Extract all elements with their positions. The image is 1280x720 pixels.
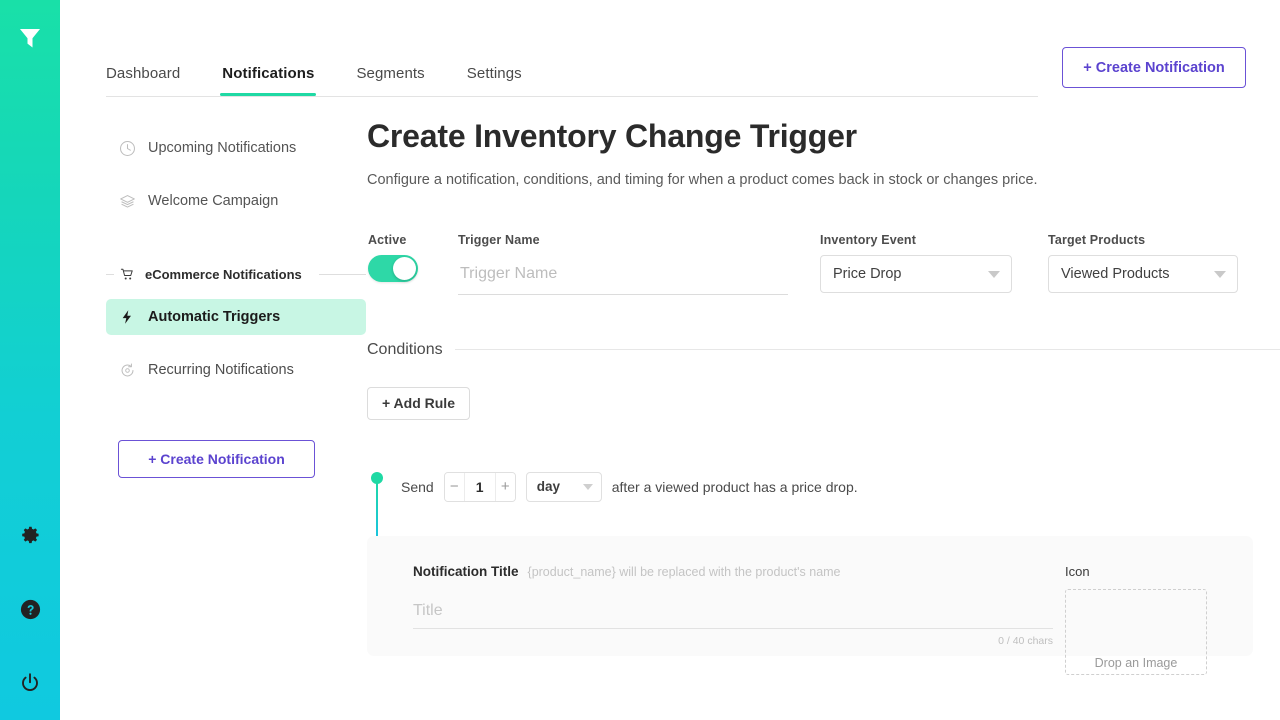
trigger-name-field: Trigger Name — [458, 233, 788, 295]
repeat-icon — [118, 361, 136, 379]
funnel-logo-icon[interactable] — [0, 18, 60, 58]
notification-title-char-count: 0 / 40 chars — [998, 635, 1053, 647]
sidebar-item-automatic-triggers[interactable]: Automatic Triggers — [106, 299, 366, 335]
conditions-heading: Conditions — [367, 341, 443, 359]
delay-amount-value: 1 — [465, 473, 495, 501]
tab-segments-label: Segments — [356, 65, 424, 82]
tab-dashboard[interactable]: Dashboard — [106, 65, 180, 96]
sidebar-item-upcoming-notifications[interactable]: Upcoming Notifications — [106, 130, 366, 166]
inventory-event-select[interactable]: Price Drop — [820, 255, 1012, 293]
app-root: Dashboard Notifications Segments Setting… — [0, 0, 1280, 720]
notification-card: Notification Title {product_name} will b… — [367, 536, 1253, 656]
add-rule-button[interactable]: + Add Rule — [367, 387, 470, 420]
timeline: Send − 1 + day after a viewed product ha… — [367, 472, 1280, 656]
delay-unit-value: day — [537, 479, 560, 494]
trigger-name-label: Trigger Name — [458, 233, 788, 247]
send-delay-row: Send − 1 + day after a viewed product ha… — [401, 472, 1280, 502]
content-area: Dashboard Notifications Segments Setting… — [60, 0, 1280, 720]
sidebar-item-automatic-triggers-label: Automatic Triggers — [148, 309, 280, 325]
tab-notifications-label: Notifications — [222, 65, 314, 82]
notification-icon-field: Icon Drop an Image — [1065, 564, 1213, 675]
increment-button[interactable]: + — [495, 473, 515, 501]
trigger-form-row: Active Trigger Name Inventory Event Pric… — [367, 233, 1280, 299]
chevron-down-icon — [1214, 271, 1226, 278]
sidebar-item-upcoming-notifications-label: Upcoming Notifications — [148, 140, 296, 156]
main-panel: Create Inventory Change Trigger Configur… — [367, 118, 1280, 656]
notification-title-hint: {product_name} will be replaced with the… — [528, 565, 841, 579]
top-navigation: Dashboard Notifications Segments Setting… — [106, 44, 1280, 96]
active-toggle-knob — [393, 257, 416, 280]
secondary-sidebar: Upcoming Notifications Welcome Campaign — [106, 130, 366, 478]
conditions-header: Conditions — [367, 341, 1280, 359]
tab-notifications[interactable]: Notifications — [222, 65, 314, 96]
active-label: Active — [368, 233, 448, 247]
gear-icon[interactable] — [0, 498, 60, 572]
inventory-event-label: Inventory Event — [820, 233, 1012, 247]
target-products-label: Target Products — [1048, 233, 1238, 247]
tab-dashboard-label: Dashboard — [106, 65, 180, 82]
conditions-divider — [455, 349, 1280, 350]
sidebar-group-divider — [319, 274, 366, 275]
inventory-event-value: Price Drop — [833, 266, 902, 282]
page-subtitle: Configure a notification, conditions, an… — [367, 172, 1280, 188]
sidebar-item-welcome-campaign-label: Welcome Campaign — [148, 193, 278, 209]
clock-icon — [118, 139, 136, 157]
timeline-dot-send — [371, 472, 383, 484]
decrement-button[interactable]: − — [445, 473, 465, 501]
tab-settings-label: Settings — [467, 65, 522, 82]
tab-segments[interactable]: Segments — [356, 65, 424, 96]
bolt-icon — [118, 308, 136, 326]
send-prefix-label: Send — [401, 479, 434, 495]
chevron-down-icon — [988, 271, 1000, 278]
target-products-value: Viewed Products — [1061, 266, 1170, 282]
cart-icon — [118, 265, 136, 283]
delay-amount-stepper[interactable]: − 1 + — [444, 472, 516, 502]
create-notification-button-sidebar[interactable]: + Create Notification — [118, 440, 315, 478]
chevron-down-icon — [583, 484, 593, 490]
power-icon[interactable] — [0, 646, 60, 720]
sidebar-item-welcome-campaign[interactable]: Welcome Campaign — [106, 183, 366, 219]
target-products-field: Target Products Viewed Products — [1048, 233, 1238, 293]
sidebar-group-ecommerce-header: eCommerce Notifications — [106, 265, 366, 283]
page-title: Create Inventory Change Trigger — [367, 118, 1280, 155]
inventory-event-field: Inventory Event Price Drop — [820, 233, 1012, 293]
tab-settings[interactable]: Settings — [467, 65, 522, 96]
notification-title-label: Notification Title — [413, 564, 519, 579]
nav-divider — [106, 96, 1038, 97]
delay-unit-select[interactable]: day — [526, 472, 602, 502]
create-notification-button-top[interactable]: + Create Notification — [1062, 47, 1246, 88]
icon-dropzone[interactable]: Drop an Image — [1065, 589, 1207, 675]
primary-sidebar-rail — [0, 0, 60, 720]
sidebar-item-recurring-notifications-label: Recurring Notifications — [148, 362, 294, 378]
active-toggle[interactable] — [368, 255, 418, 282]
icon-label: Icon — [1065, 564, 1213, 579]
rail-bottom-icons — [0, 498, 60, 720]
target-products-select[interactable]: Viewed Products — [1048, 255, 1238, 293]
question-circle-icon[interactable] — [0, 572, 60, 646]
notification-title-input-wrap: 0 / 40 chars — [413, 579, 1053, 629]
trigger-name-input[interactable] — [458, 255, 788, 295]
sidebar-item-recurring-notifications[interactable]: Recurring Notifications — [106, 352, 366, 388]
active-field: Active — [368, 233, 448, 282]
sidebar-group-items: Automatic Triggers Recurring Notificatio… — [106, 299, 366, 388]
notification-title-input[interactable] — [413, 595, 1053, 629]
sidebar-group-label: eCommerce Notifications — [145, 267, 302, 282]
icon-dropzone-text: Drop an Image — [1095, 656, 1178, 670]
send-suffix-label: after a viewed product has a price drop. — [612, 479, 858, 495]
layers-icon — [118, 192, 136, 210]
